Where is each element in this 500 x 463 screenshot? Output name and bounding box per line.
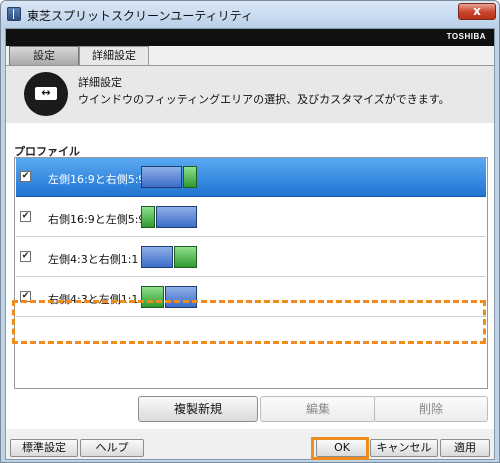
profile-label: 左側4:3と右側1:1 xyxy=(48,253,139,266)
profile-row[interactable]: ✔ 右側16:9と左側5:9 xyxy=(16,198,486,237)
ok-button-highlight xyxy=(311,437,369,460)
section-title: 詳細設定 xyxy=(78,76,122,89)
dialog-frame: TOSHIBA 設定 詳細設定 ↔ 詳細設定 ウインドウのフィッティングエリアの… xyxy=(5,28,495,460)
profile-label: 左側16:9と右側5:9 xyxy=(48,173,146,186)
default-settings-button[interactable]: 標準設定 xyxy=(10,439,78,457)
section-header: ↔ 詳細設定 ウインドウのフィッティングエリアの選択、及びカスタマイズができます… xyxy=(6,65,494,124)
profile-checkbox[interactable]: ✔ xyxy=(20,251,31,262)
preview-right-pane xyxy=(156,206,197,228)
preview-left-pane xyxy=(141,246,173,268)
apply-button[interactable]: 適用 xyxy=(440,439,490,457)
brand-logo: TOSHIBA xyxy=(446,32,486,41)
edit-button[interactable]: 編集 xyxy=(260,396,376,422)
profile-label: 右側16:9と左側5:9 xyxy=(48,213,146,226)
preview-right-pane xyxy=(183,166,197,188)
tab-settings[interactable]: 設定 xyxy=(9,46,79,65)
profile-list: ✔ 左側16:9と右側5:9 ✔ 右側16:9と左側5:9 ✔ 左側4:3と右側… xyxy=(14,157,488,389)
window-title: 東芝スプリットスクリーンユーティリティ xyxy=(27,9,253,23)
preview-left-pane xyxy=(141,166,182,188)
split-screen-icon: ↔ xyxy=(24,72,68,116)
preview-right-pane xyxy=(174,246,197,268)
delete-button[interactable]: 削除 xyxy=(374,396,488,422)
brand-bar: TOSHIBA xyxy=(6,29,494,46)
tab-advanced-settings[interactable]: 詳細設定 xyxy=(79,46,149,65)
profile-row[interactable]: ✔ 左側4:3と右側1:1 xyxy=(16,238,486,277)
profile-panel: プロファイル ✔ 左側16:9と右側5:9 ✔ 右側16:9と左側5:9 ✔ 左… xyxy=(6,123,494,429)
profile-row[interactable]: ✔ 左側16:9と右側5:9 xyxy=(16,158,486,197)
app-icon xyxy=(7,7,21,21)
empty-profile-slot-highlight xyxy=(12,300,486,344)
main-window: 東芝スプリットスクリーンユーティリティ x TOSHIBA 設定 詳細設定 ↔ … xyxy=(0,0,500,463)
close-button[interactable]: x xyxy=(458,3,496,20)
profile-checkbox[interactable]: ✔ xyxy=(20,171,31,182)
profile-checkbox[interactable]: ✔ xyxy=(20,211,31,222)
title-bar[interactable]: 東芝スプリットスクリーンユーティリティ x xyxy=(1,1,499,28)
help-button[interactable]: ヘルプ xyxy=(80,439,144,457)
resize-arrow-icon: ↔ xyxy=(41,86,51,99)
cancel-button[interactable]: キャンセル xyxy=(370,439,438,457)
preview-left-pane xyxy=(141,206,155,228)
duplicate-new-button[interactable]: 複製新規 xyxy=(138,396,258,422)
section-description: ウインドウのフィッティングエリアの選択、及びカスタマイズができます。 xyxy=(78,93,450,106)
